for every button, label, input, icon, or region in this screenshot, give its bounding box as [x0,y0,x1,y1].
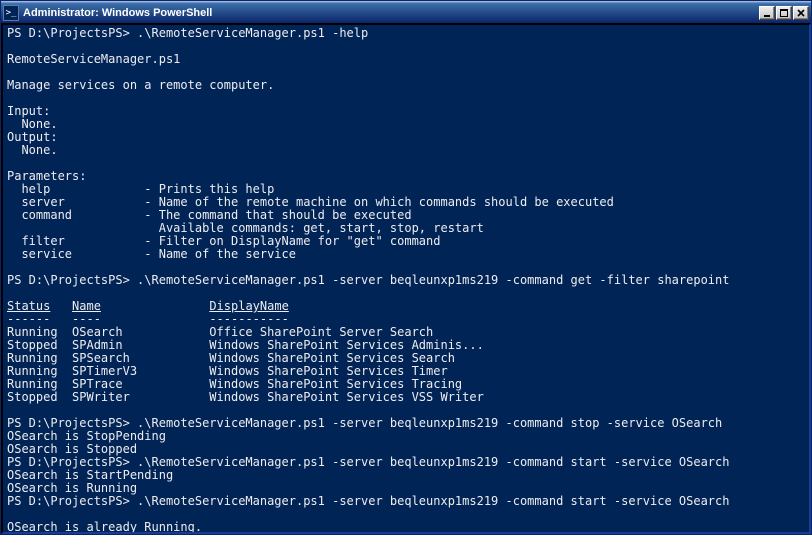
table-header-status: Status [7,299,50,313]
output-line: help - Prints this help [7,182,274,196]
output-line: RemoteServiceManager.ps1 [7,52,180,66]
close-button[interactable] [793,6,809,20]
table-header-name: Name [72,299,101,313]
output-line: OSearch is already Running. [7,520,202,534]
close-icon [797,9,805,17]
output-line: OSearch is Running [7,481,137,495]
prompt-line: PS D:\ProjectsPS> [7,533,137,534]
output-line: OSearch is StartPending [7,468,173,482]
output-line: Input: [7,104,50,118]
output-line: filter - Filter on DisplayName for "get"… [7,234,440,248]
output-line: Available commands: get, start, stop, re… [7,221,484,235]
output-line: command - The command that should be exe… [7,208,412,222]
window-controls [758,6,809,20]
table-underline: ---- [72,312,101,326]
output-line: server - Name of the remote machine on w… [7,195,614,209]
minimize-icon [763,9,771,17]
output-line: None. [7,117,58,131]
table-row: Running OSearch Office SharePoint Server… [7,325,484,404]
output-line: Output: [7,130,58,144]
table-underline: ----------- [209,312,288,326]
output-line: PS D:\ProjectsPS> .\RemoteServiceManager… [7,455,729,469]
output-line: PS D:\ProjectsPS> .\RemoteServiceManager… [7,26,368,40]
output-line: OSearch is Stopped [7,442,137,456]
table-header-displayname: DisplayName [209,299,288,313]
output-line: PS D:\ProjectsPS> .\RemoteServiceManager… [7,494,729,508]
maximize-button[interactable] [776,6,792,20]
minimize-button[interactable] [759,6,775,20]
terminal-output[interactable]: PS D:\ProjectsPS> .\RemoteServiceManager… [1,23,811,534]
titlebar[interactable]: >_ Administrator: Windows PowerShell [1,1,811,23]
table-underline: ------ [7,312,50,326]
window-title: Administrator: Windows PowerShell [23,7,758,19]
output-line: None. [7,143,58,157]
powershell-icon: >_ [3,5,19,21]
output-line: PS D:\ProjectsPS> .\RemoteServiceManager… [7,273,729,287]
output-line: service - Name of the service [7,247,296,261]
maximize-icon [780,9,788,17]
output-line: PS D:\ProjectsPS> .\RemoteServiceManager… [7,416,722,430]
output-line: Parameters: [7,169,86,183]
output-line: OSearch is StopPending [7,429,166,443]
powershell-window: >_ Administrator: Windows PowerShell PS … [0,0,812,535]
output-line: Manage services on a remote computer. [7,78,274,92]
